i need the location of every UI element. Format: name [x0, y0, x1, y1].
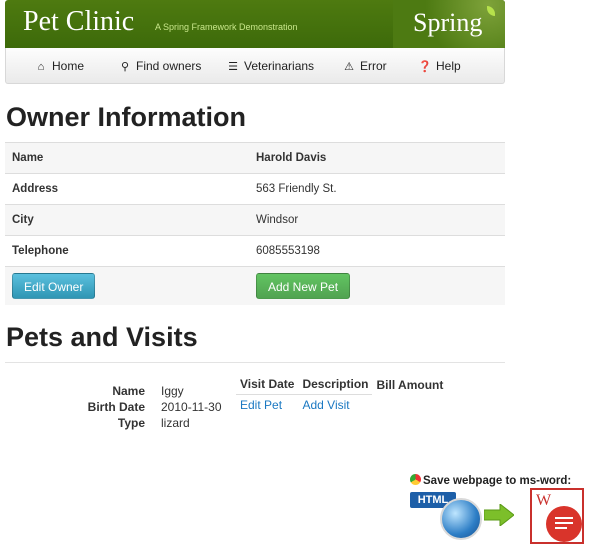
save-to-word-label: Save webpage to ms-word: — [423, 475, 572, 487]
description-header: Description — [298, 375, 373, 395]
table-row: City Windsor — [5, 204, 505, 236]
nav-help[interactable]: ❓ Help — [418, 48, 461, 84]
pet-type-row: Type lizard — [80, 415, 222, 431]
pet-type-value: lizard — [161, 416, 190, 430]
app-logo[interactable]: Pet Clinic — [23, 6, 134, 38]
owner-heading: Owner Information — [6, 102, 247, 132]
nav-help-label: Help — [436, 59, 461, 73]
main-nav: ⌂ Home ⚲ Find owners ☰ Veterinarians ⚠ Error… — [5, 48, 505, 84]
document-lines-icon — [546, 506, 582, 542]
search-icon: ⚲ — [120, 61, 130, 73]
pet-birth-label: Birth Date — [87, 400, 145, 414]
nav-find-owners[interactable]: ⚲ Find owners — [118, 48, 201, 84]
spring-logo: Spring — [393, 0, 505, 48]
owner-city-label: City — [5, 204, 249, 236]
globe-icon — [440, 498, 482, 540]
nav-home[interactable]: ⌂ Home — [34, 48, 84, 84]
leaf-icon — [487, 6, 495, 16]
owner-telephone-value: 6085553198 — [249, 235, 505, 267]
word-document-icon: W — [530, 488, 584, 544]
chrome-icon — [410, 474, 421, 485]
add-new-pet-button[interactable]: Add New Pet — [256, 272, 351, 299]
owner-name-value: Harold Davis — [249, 142, 505, 174]
home-icon: ⌂ — [37, 61, 45, 73]
table-row: Address 563 Friendly St. — [5, 173, 505, 205]
nav-veterinarians[interactable]: ☰ Veterinarians — [226, 48, 314, 84]
owner-address-label: Address — [5, 173, 249, 205]
visit-date-header: Visit Date — [236, 375, 299, 395]
add-pet-cell: Add New Pet — [249, 266, 505, 305]
help-icon: ❓ — [418, 61, 432, 73]
pet-details: Name Iggy Birth Date 2010-11-30 Type lizard — [80, 383, 222, 431]
spring-logo-text: Spring — [413, 8, 483, 37]
pet-name-label: Name — [112, 384, 145, 398]
nav-home-label: Home — [52, 59, 85, 73]
pet-type-label: Type — [117, 416, 145, 430]
nav-find-owners-label: Find owners — [136, 59, 202, 73]
arrow-right-icon — [484, 504, 514, 526]
pet-name-row: Name Iggy — [80, 383, 222, 399]
visits-actions-row: Edit Pet Add Visit — [236, 394, 447, 416]
table-row: Telephone 6085553198 — [5, 235, 505, 267]
visits-header-row: Visit Date Description Bill Amount — [236, 375, 447, 395]
nav-veterinarians-label: Veterinarians — [244, 59, 315, 73]
pet-birth-value: 2010-11-30 — [161, 400, 222, 414]
edit-pet-link[interactable]: Edit Pet — [240, 398, 282, 412]
owner-telephone-label: Telephone — [5, 235, 249, 267]
divider — [5, 362, 505, 363]
owner-city-value: Windsor — [249, 204, 505, 236]
save-to-word-widget[interactable]: Save webpage to ms-word: HTML W — [410, 474, 590, 544]
warning-icon: ⚠ — [344, 61, 354, 73]
pets-heading: Pets and Visits — [6, 322, 198, 352]
empty-cell — [372, 394, 447, 416]
pet-birth-row: Birth Date 2010-11-30 — [80, 399, 222, 415]
word-letter: W — [536, 492, 552, 509]
edit-pet-cell: Edit Pet — [236, 394, 298, 416]
owner-name-label: Name — [5, 142, 249, 174]
owner-table: Name Harold Davis Address 563 Friendly S… — [5, 142, 505, 305]
pet-name-value: Iggy — [161, 384, 184, 398]
owner-actions-row: Edit Owner Add New Pet — [5, 266, 505, 305]
list-icon: ☰ — [228, 61, 238, 73]
save-to-word-caption: Save webpage to ms-word: — [410, 474, 590, 487]
app-tagline: A Spring Framework Demonstration — [155, 22, 298, 32]
edit-owner-cell: Edit Owner — [5, 266, 249, 305]
add-visit-cell: Add Visit — [298, 394, 372, 416]
nav-error-label: Error — [360, 59, 387, 73]
nav-error[interactable]: ⚠ Error — [342, 48, 387, 84]
bill-amount-header: Bill Amount — [376, 377, 444, 392]
table-row: Name Harold Davis — [5, 142, 505, 174]
visits-table: Visit Date Description Bill Amount Edit … — [236, 375, 447, 416]
edit-owner-button[interactable]: Edit Owner — [12, 272, 96, 299]
add-visit-link[interactable]: Add Visit — [302, 398, 349, 412]
header-banner: Pet Clinic A Spring Framework Demonstrat… — [5, 0, 505, 48]
owner-address-value: 563 Friendly St. — [249, 173, 505, 205]
